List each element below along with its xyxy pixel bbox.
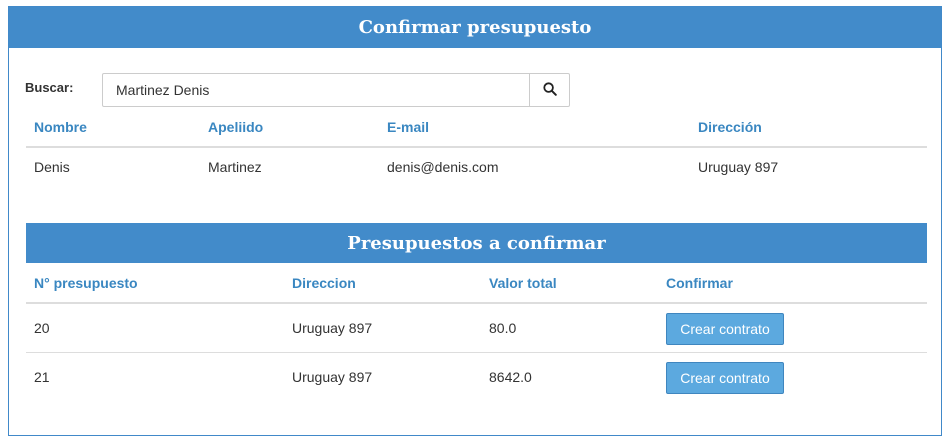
create-contract-button[interactable]: Crear contrato (666, 312, 784, 345)
budgets-section-title: Presupuestos a confirmar (26, 223, 927, 263)
table-row: 21 Uruguay 897 8642.0 Crear contrato (26, 352, 927, 401)
client-table: Nombre Apeliido E-mail Dirección Denis M… (26, 107, 927, 185)
search-label: Buscar: (25, 80, 74, 95)
column-header-confirmar: Confirmar (658, 263, 927, 304)
budgets-table-header: N° presupuesto Direccion Valor total Con… (26, 263, 927, 304)
table-row: 20 Uruguay 897 80.0 Crear contrato (26, 303, 927, 353)
column-header-direccion: Direccion (284, 263, 481, 304)
budget-direccion: Uruguay 897 (284, 303, 481, 353)
column-header-apellido: Apeliido (200, 107, 379, 148)
column-header-email: E-mail (379, 107, 690, 148)
budget-numero: 21 (34, 368, 50, 385)
budget-valor: 8642.0 (489, 368, 532, 385)
budgets-table: N° presupuesto Direccion Valor total Con… (26, 263, 927, 401)
client-table-header: Nombre Apeliido E-mail Dirección (26, 107, 927, 148)
confirm-budget-panel: Confirmar presupuesto Buscar: Nombre Ape… (8, 6, 942, 436)
client-direccion: Uruguay 897 (698, 158, 779, 175)
budget-direccion: Uruguay 897 (292, 368, 373, 385)
table-row: Denis Martinez denis@denis.com Uruguay 8… (26, 147, 927, 185)
create-contract-button[interactable]: Crear contrato (666, 361, 784, 394)
client-email: denis@denis.com (387, 158, 499, 175)
budget-confirmar-cell: Crear contrato (658, 352, 927, 401)
column-header-numero: N° presupuesto (26, 263, 284, 304)
column-header-nombre: Nombre (26, 107, 200, 148)
panel-title: Confirmar presupuesto (9, 7, 941, 48)
search-button[interactable] (529, 73, 570, 107)
client-nombre: Denis (34, 158, 70, 175)
search-input[interactable] (102, 73, 530, 107)
budget-numero: 20 (26, 303, 284, 353)
search-icon (542, 81, 557, 99)
budget-valor: 80.0 (481, 303, 658, 353)
budget-confirmar-cell: Crear contrato (658, 303, 927, 353)
client-apellido: Martinez (208, 158, 262, 175)
column-header-direccion: Dirección (690, 107, 927, 148)
column-header-valor: Valor total (481, 263, 658, 304)
